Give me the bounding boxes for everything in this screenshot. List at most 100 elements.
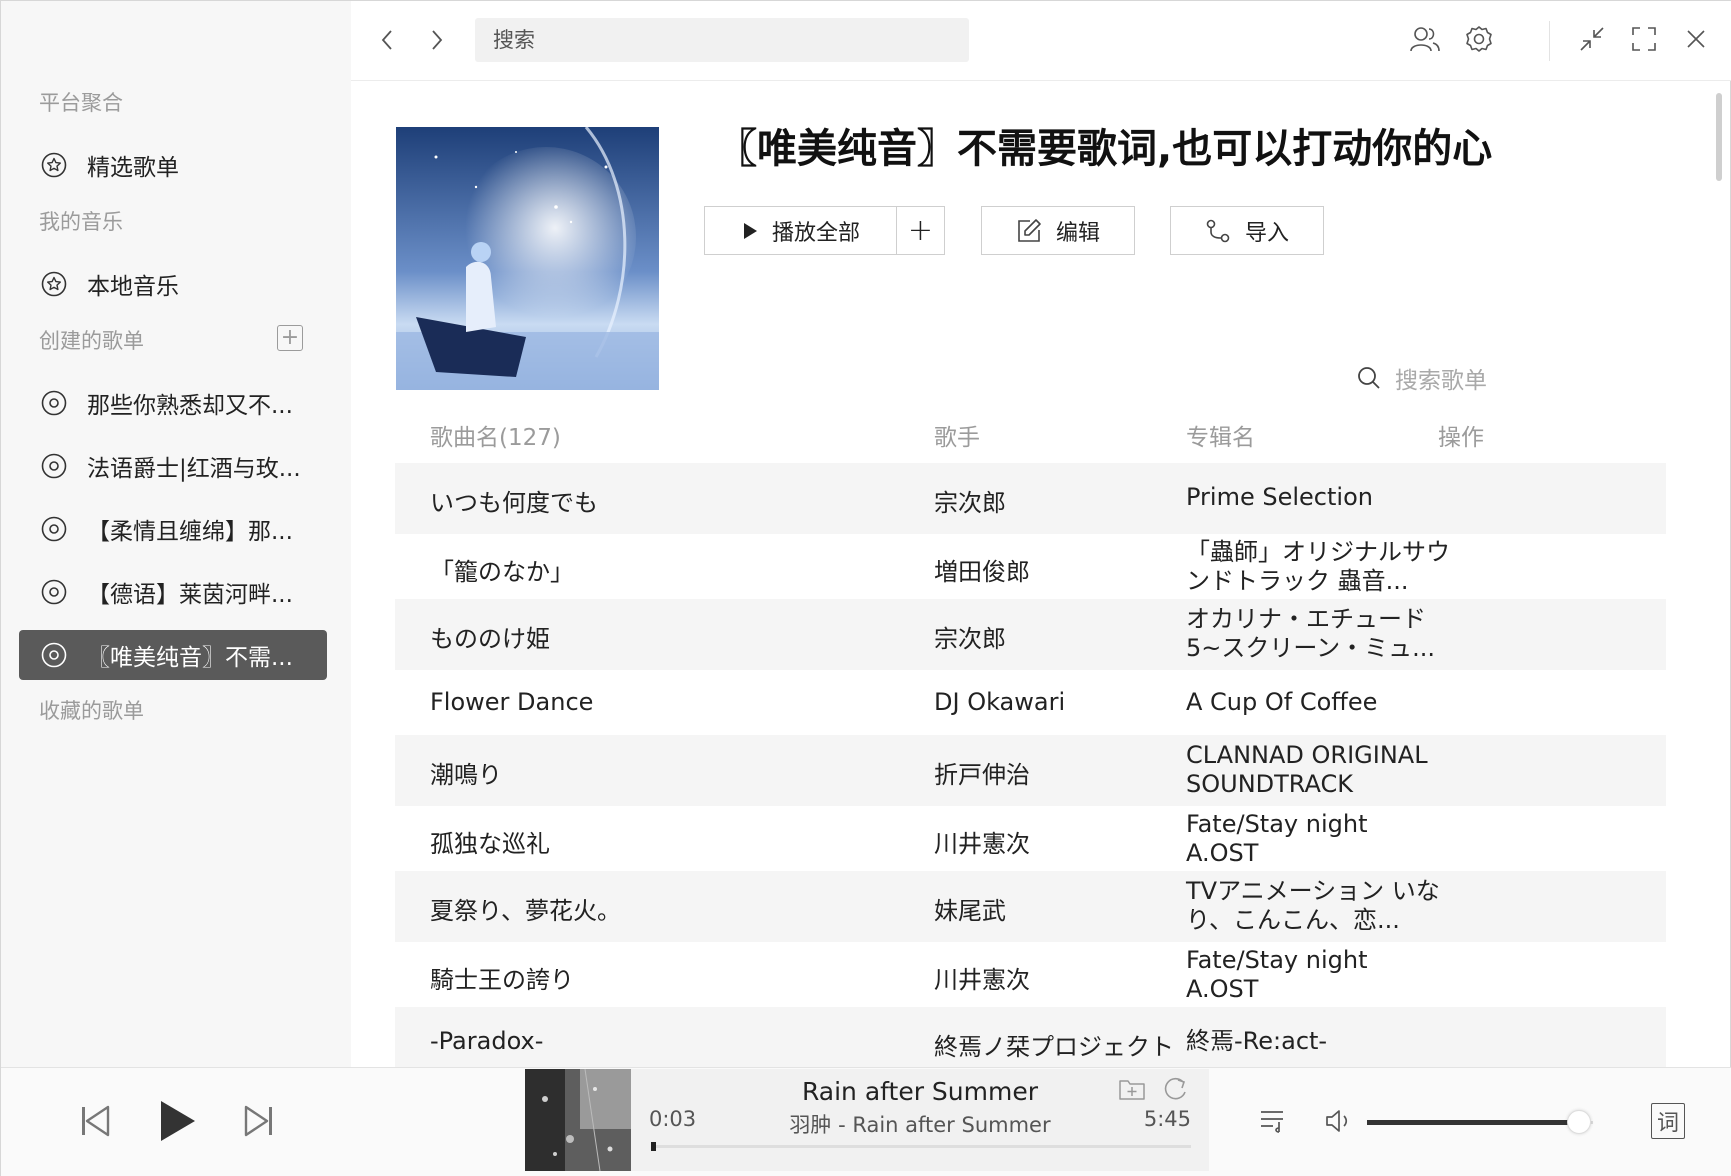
playlist-search-label: 搜索歌单 [1395, 368, 1487, 394]
now-playing-panel: Rain after Summer 羽肿 - Rain after Summer… [631, 1069, 1209, 1171]
column-header-album[interactable]: 专辑名 [1186, 418, 1255, 452]
progress-bar[interactable] [651, 1142, 1191, 1151]
section-platform: 平台聚合 [39, 91, 123, 115]
volume-button[interactable] [1323, 1105, 1355, 1137]
disc-icon [41, 642, 67, 668]
sidebar: 平台聚合 精选歌单 我的音乐 本地音乐 创建的歌单 + 那些你熟悉却又不... [1, 1, 351, 1067]
song-artist[interactable]: 妹尾武 [934, 891, 1006, 926]
column-header-artist[interactable]: 歌手 [934, 418, 980, 452]
playlist-search[interactable]: 搜索歌单 [1357, 361, 1487, 395]
song-album[interactable]: Fate/Stay night A.OST [1186, 946, 1386, 1004]
back-button[interactable] [372, 23, 402, 57]
divider [1549, 21, 1550, 61]
song-artist[interactable]: 川井憲次 [934, 960, 1030, 995]
table-row[interactable]: 潮鳴り 折戸伸治 CLANNAD ORIGINAL SOUNDTRACK [395, 735, 1666, 806]
sidebar-item-label: 本地音乐 [87, 274, 179, 300]
sidebar-playlist-item[interactable]: 那些你熟悉却又不... [19, 378, 327, 428]
volume-knob[interactable] [1567, 1110, 1591, 1134]
add-to-queue-button[interactable]: + [896, 206, 945, 255]
song-title: いつも何度でも [430, 489, 598, 517]
next-button[interactable] [241, 1101, 277, 1141]
edit-icon [1016, 218, 1042, 244]
song-album[interactable]: 「蟲師」オリジナルサウンドトラック 蟲音... [1186, 538, 1456, 596]
sidebar-item-local-music[interactable]: 本地音乐 [19, 259, 327, 309]
song-album[interactable]: Prime Selection [1186, 483, 1456, 512]
sidebar-playlist-item-active[interactable]: 〖唯美纯音〗不需... [19, 630, 327, 680]
song-title: -Paradox- [430, 1027, 544, 1055]
sidebar-item-label: 法语爵士|红酒与玫... [87, 456, 301, 482]
song-artist[interactable]: 終焉ノ栞プロジェクト [934, 1027, 1174, 1062]
song-artist[interactable]: 増田俊郎 [934, 552, 1030, 587]
table-row[interactable]: 騎士王の誇り 川井憲次 Fate/Stay night A.OST [395, 942, 1666, 1007]
section-collected: 收藏的歌单 [39, 699, 144, 723]
table-row[interactable]: -Paradox- 終焉ノ栞プロジェクト 終焉-Re:act- [395, 1007, 1666, 1067]
song-album[interactable]: Fate/Stay night A.OST [1186, 810, 1386, 868]
song-album[interactable]: オカリナ・エチュード5~スクリーン・ミュ... [1186, 605, 1456, 663]
song-artist[interactable]: 川井憲次 [934, 824, 1030, 859]
sidebar-playlist-item[interactable]: 【柔情且缠绵】那... [19, 504, 327, 554]
table-row[interactable]: 「籠のなか」 増田俊郎 「蟲師」オリジナルサウンドトラック 蟲音... [395, 534, 1666, 599]
volume-slider[interactable] [1367, 1110, 1593, 1134]
lyrics-button[interactable]: 词 [1651, 1103, 1685, 1139]
song-artist[interactable]: 宗次郎 [934, 483, 1006, 518]
playlist-title: 〖唯美纯音〗不需要歌词,也可以打动你的心 [717, 126, 1493, 172]
column-header-title[interactable]: 歌曲名(127) [430, 418, 561, 452]
play-button[interactable] [155, 1097, 199, 1145]
scrollbar-track[interactable] [1713, 81, 1725, 1067]
play-all-label: 播放全部 [771, 220, 860, 246]
play-all-button[interactable]: 播放全部 [704, 206, 897, 255]
progress-fill [651, 1142, 656, 1151]
close-icon[interactable] [1678, 21, 1714, 57]
now-playing-subtitle[interactable]: 羽肿 - Rain after Summer [631, 1109, 1209, 1139]
search-icon [1358, 367, 1380, 389]
song-title: もののけ姫 [430, 625, 550, 653]
sidebar-item-label: 精选歌单 [87, 155, 179, 181]
song-title: 潮鳴り [430, 761, 502, 789]
song-album[interactable]: CLANNAD ORIGINAL SOUNDTRACK [1186, 741, 1456, 799]
now-playing-cover[interactable] [525, 1069, 631, 1171]
sidebar-item-featured[interactable]: 精选歌单 [19, 140, 327, 190]
import-button[interactable]: 导入 [1170, 206, 1324, 255]
song-title: 「籠のなか」 [430, 558, 574, 586]
sidebar-playlist-item[interactable]: 【德语】莱茵河畔... [19, 567, 327, 617]
table-row[interactable]: Flower Dance DJ Okawari A Cup Of Coffee [395, 670, 1666, 735]
gear-icon[interactable] [1461, 21, 1497, 57]
total-time: 5:45 [1143, 1107, 1191, 1131]
star-circle-icon [41, 271, 67, 297]
add-playlist-button[interactable]: + [277, 325, 303, 351]
table-row[interactable]: 夏祭り、夢花火。 妹尾武 TVアニメーション いなり、こんこん、恋... [395, 871, 1666, 942]
scrollbar-thumb[interactable] [1716, 93, 1722, 181]
user-icon[interactable] [1407, 21, 1443, 57]
playlist-queue-button[interactable] [1257, 1105, 1289, 1137]
previous-button[interactable] [77, 1101, 113, 1141]
disc-icon [41, 390, 67, 416]
chevron-left-icon [381, 30, 392, 50]
skip-next-icon [244, 1105, 272, 1137]
play-icon [161, 1101, 195, 1141]
top-bar [351, 1, 1731, 81]
song-album[interactable]: 終焉-Re:act- [1186, 1027, 1456, 1056]
song-title: 夏祭り、夢花火。 [430, 897, 622, 925]
fullscreen-icon[interactable] [1626, 21, 1662, 57]
sidebar-item-label: 【德语】莱茵河畔... [87, 582, 293, 608]
song-album[interactable]: TVアニメーション いなり、こんこん、恋... [1186, 877, 1456, 935]
playlist-icon [1261, 1111, 1283, 1133]
table-row[interactable]: 孤独な巡礼 川井憲次 Fate/Stay night A.OST [395, 806, 1666, 871]
table-row[interactable]: いつも何度でも 宗次郎 Prime Selection [395, 463, 1666, 534]
song-album[interactable]: A Cup Of Coffee [1186, 688, 1456, 717]
add-to-playlist-icon[interactable] [1118, 1077, 1146, 1105]
song-artist[interactable]: 折戸伸治 [934, 755, 1030, 790]
song-artist[interactable]: DJ Okawari [934, 688, 1065, 716]
edit-button[interactable]: 编辑 [981, 206, 1135, 255]
minimize-icon[interactable] [1574, 21, 1610, 57]
forward-button[interactable] [422, 23, 452, 57]
sidebar-playlist-item[interactable]: 法语爵士|红酒与玫... [19, 441, 327, 491]
table-row[interactable]: もののけ姫 宗次郎 オカリナ・エチュード5~スクリーン・ミュ... [395, 599, 1666, 670]
current-time: 0:03 [649, 1107, 697, 1131]
repeat-icon[interactable] [1161, 1076, 1189, 1106]
volume-icon [1326, 1110, 1348, 1132]
search-input[interactable] [475, 18, 969, 62]
import-icon [1205, 218, 1231, 244]
skip-previous-icon [82, 1105, 110, 1137]
song-artist[interactable]: 宗次郎 [934, 619, 1006, 654]
